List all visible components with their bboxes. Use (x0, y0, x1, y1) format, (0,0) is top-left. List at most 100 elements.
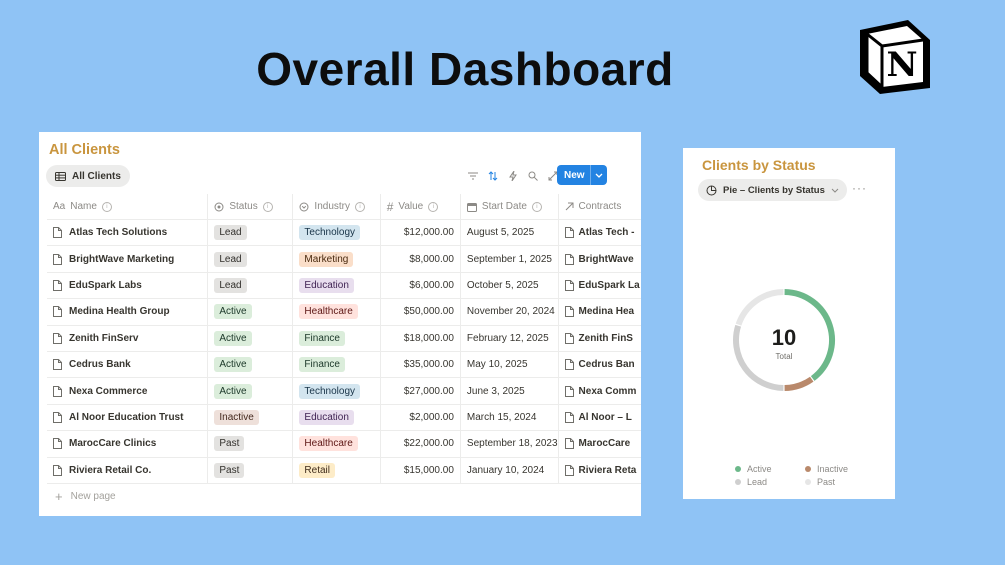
contract-link[interactable]: Atlas Tech - (579, 227, 635, 238)
contracts-cell[interactable]: Nexa Comm (558, 377, 641, 405)
start-date-cell[interactable]: August 5, 2025 (460, 219, 559, 247)
contract-link[interactable]: Medina Hea (579, 306, 635, 317)
status-cell[interactable]: Lead (207, 219, 294, 247)
contracts-cell[interactable]: Al Noor – L (558, 404, 641, 432)
column-header-status[interactable]: Status i (207, 194, 294, 220)
start-date-cell[interactable]: November 20, 2024 (460, 298, 559, 326)
name-cell[interactable]: Zenith FinServ (47, 325, 209, 352)
value-cell[interactable]: $27,000.00 (380, 377, 461, 405)
table-row[interactable]: Medina Health Group Active Healthcare $50,0… (47, 298, 641, 326)
industry-cell[interactable]: Education (292, 404, 381, 432)
status-cell[interactable]: Active (207, 298, 294, 326)
contracts-cell[interactable]: Cedrus Ban (558, 351, 641, 379)
industry-cell[interactable]: Healthcare (292, 430, 381, 458)
start-date-cell[interactable]: September 18, 2023 (460, 430, 559, 458)
contract-link[interactable]: MarocCare (579, 438, 631, 449)
contract-link[interactable]: Riviera Reta (579, 465, 637, 476)
contract-link[interactable]: Cedrus Ban (579, 359, 635, 370)
contracts-cell[interactable]: Riviera Reta (558, 457, 641, 484)
contract-link[interactable]: Zenith FinS (579, 333, 633, 344)
value-cell[interactable]: $15,000.00 (380, 457, 461, 484)
status-cell[interactable]: Lead (207, 245, 294, 273)
column-header-industry[interactable]: Industry i (292, 194, 381, 220)
table-row[interactable]: Al Noor Education Trust Inactive Education… (47, 404, 641, 432)
industry-cell[interactable]: Technology (292, 377, 381, 405)
chart-view-selector[interactable]: Pie – Clients by Status (698, 179, 847, 201)
start-date-cell[interactable]: May 10, 2025 (460, 351, 559, 379)
status-cell[interactable]: Active (207, 325, 294, 352)
name-cell[interactable]: Cedrus Bank (47, 351, 209, 379)
search-icon[interactable] (525, 168, 541, 184)
name-cell[interactable]: Nexa Commerce (47, 377, 209, 405)
status-cell[interactable]: Past (207, 457, 294, 484)
value-cell[interactable]: $35,000.00 (380, 351, 461, 379)
automation-icon[interactable] (505, 168, 521, 184)
value-cell[interactable]: $18,000.00 (380, 325, 461, 352)
value-cell[interactable]: $50,000.00 (380, 298, 461, 326)
column-header-value[interactable]: # Value i (380, 194, 461, 220)
name-cell[interactable]: Al Noor Education Trust (47, 404, 209, 432)
contracts-cell[interactable]: MarocCare (558, 430, 641, 458)
table-row[interactable]: BrightWave Marketing Lead Marketing $8,000.… (47, 245, 641, 273)
more-options-icon[interactable]: ··· (852, 181, 867, 195)
value-cell[interactable]: $22,000.00 (380, 430, 461, 458)
value-cell[interactable]: $6,000.00 (380, 272, 461, 300)
name-cell[interactable]: EduSpark Labs (47, 272, 209, 300)
industry-cell[interactable]: Healthcare (292, 298, 381, 326)
column-header-start-date[interactable]: Start Date i (460, 194, 559, 220)
table-row[interactable]: Cedrus Bank Active Finance $35,000.00 May 10… (47, 351, 641, 379)
contracts-cell[interactable]: BrightWave (558, 245, 641, 273)
contracts-cell[interactable]: Medina Hea (558, 298, 641, 326)
industry-cell[interactable]: Marketing (292, 245, 381, 273)
status-cell[interactable]: Past (207, 430, 294, 458)
table-row[interactable]: Nexa Commerce Active Technology $27,000.00 J… (47, 377, 641, 405)
table-row[interactable]: Riviera Retail Co. Past Retail $15,000.00 Ja… (47, 457, 641, 484)
status-cell[interactable]: Active (207, 377, 294, 405)
sort-icon[interactable] (485, 168, 501, 184)
donut-slice-past[interactable] (735, 289, 784, 326)
industry-cell[interactable]: Technology (292, 219, 381, 247)
table-row[interactable]: Zenith FinServ Active Finance $18,000.00 Feb… (47, 325, 641, 352)
table-row[interactable]: MarocCare Clinics Past Healthcare $22,000.0… (47, 430, 641, 458)
contract-link[interactable]: EduSpark La (579, 280, 640, 291)
start-date-cell[interactable]: January 10, 2024 (460, 457, 559, 484)
start-date-cell[interactable]: June 3, 2025 (460, 377, 559, 405)
industry-cell[interactable]: Education (292, 272, 381, 300)
filter-icon[interactable] (465, 168, 481, 184)
industry-cell[interactable]: Finance (292, 325, 381, 352)
view-tab-all-clients[interactable]: All Clients (46, 165, 130, 187)
status-cell[interactable]: Lead (207, 272, 294, 300)
new-page-button[interactable]: + New page (55, 489, 116, 504)
start-date-cell[interactable]: October 5, 2025 (460, 272, 559, 300)
chevron-down-icon[interactable] (591, 171, 607, 180)
table-row[interactable]: Atlas Tech Solutions Lead Technology $12,00… (47, 219, 641, 247)
contracts-cell[interactable]: Zenith FinS (558, 325, 641, 352)
name-cell[interactable]: Atlas Tech Solutions (47, 219, 209, 247)
chart-panel-title: Clients by Status (702, 157, 816, 173)
value-cell[interactable]: $8,000.00 (380, 245, 461, 273)
column-header-contracts[interactable]: Contracts (558, 194, 641, 220)
start-date-cell[interactable]: February 12, 2025 (460, 325, 559, 352)
name-cell[interactable]: BrightWave Marketing (47, 245, 209, 273)
status-cell[interactable]: Inactive (207, 404, 294, 432)
industry-cell[interactable]: Finance (292, 351, 381, 379)
new-button[interactable]: New (557, 165, 607, 185)
contract-page-icon (564, 253, 574, 265)
contract-link[interactable]: Al Noor – L (579, 412, 632, 423)
start-date-cell[interactable]: March 15, 2024 (460, 404, 559, 432)
contracts-cell[interactable]: Atlas Tech - (558, 219, 641, 247)
table-row[interactable]: EduSpark Labs Lead Education $6,000.00 Octob… (47, 272, 641, 300)
donut-slice-inactive[interactable] (784, 376, 814, 391)
status-cell[interactable]: Active (207, 351, 294, 379)
contract-link[interactable]: Nexa Comm (579, 386, 637, 397)
industry-cell[interactable]: Retail (292, 457, 381, 484)
name-cell[interactable]: Medina Health Group (47, 298, 209, 326)
name-cell[interactable]: MarocCare Clinics (47, 430, 209, 458)
start-date-cell[interactable]: September 1, 2025 (460, 245, 559, 273)
value-cell[interactable]: $2,000.00 (380, 404, 461, 432)
value-cell[interactable]: $12,000.00 (380, 219, 461, 247)
name-cell[interactable]: Riviera Retail Co. (47, 457, 209, 484)
contract-link[interactable]: BrightWave (579, 254, 634, 265)
contracts-cell[interactable]: EduSpark La (558, 272, 641, 300)
column-header-name[interactable]: Aa Name i (47, 194, 209, 220)
